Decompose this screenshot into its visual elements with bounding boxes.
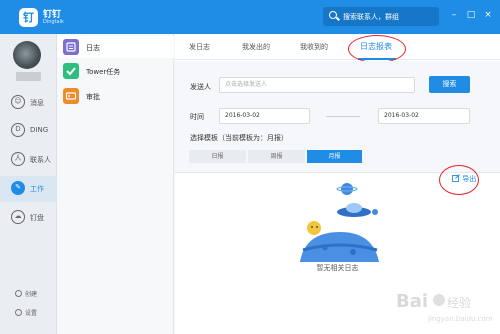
- start-date-field[interactable]: 2016-03-02: [219, 108, 310, 124]
- nav-item-contacts[interactable]: 人 联系人: [0, 147, 57, 173]
- app-label: 审批: [86, 93, 100, 101]
- log-tabs: 发日志 我发出的 我收到的 日志报表: [175, 34, 500, 60]
- left-navigation: ☺ 消息 D DING 人 联系人 ✎ 工作 ☁ 钉盘 创建 设置: [0, 34, 57, 334]
- template-monthly[interactable]: 月报: [307, 150, 362, 163]
- app-item-tower-task[interactable]: Tower任务: [57, 60, 174, 82]
- message-icon: ☺: [11, 95, 25, 109]
- svg-text:经验: 经验: [447, 295, 471, 310]
- nav-item-ding[interactable]: D DING: [0, 118, 57, 144]
- app-label: Tower任务: [86, 68, 121, 76]
- close-button[interactable]: ×: [482, 9, 494, 21]
- nav-label: 钉盘: [30, 214, 44, 222]
- app-item-approval[interactable]: 审批: [57, 85, 174, 107]
- title-bar: 钉 钉钉 Dingtalk 搜索联系人，群组 – □ ×: [0, 0, 500, 34]
- approval-icon: [63, 88, 79, 104]
- report-filter-form: 发送人 点击选择发送人 搜索 时间 2016-03-02 2016-03-02 …: [175, 61, 500, 173]
- nav-label: 消息: [30, 99, 44, 107]
- settings-icon: [15, 309, 22, 316]
- app-label: 日志: [86, 44, 100, 52]
- dingtalk-logo-icon: 钉: [19, 8, 38, 27]
- time-label: 时间: [190, 113, 204, 121]
- svg-text:jingyan.baidu.com: jingyan.baidu.com: [427, 315, 493, 323]
- template-daily[interactable]: 日报: [189, 150, 246, 163]
- template-label: 选择模板（当前模板为：月报）: [190, 134, 288, 142]
- global-search-input[interactable]: 搜索联系人，群组: [323, 7, 439, 26]
- template-weekly[interactable]: 周报: [248, 150, 305, 163]
- search-icon: [329, 11, 337, 19]
- nav-item-work[interactable]: ✎ 工作: [0, 176, 57, 202]
- log-app-icon: [63, 39, 79, 55]
- end-date-field[interactable]: 2016-03-02: [378, 108, 470, 124]
- ding-icon: D: [11, 123, 25, 137]
- create-label: 创建: [25, 291, 38, 298]
- search-placeholder: 搜索联系人，群组: [343, 13, 399, 21]
- nav-label: 工作: [30, 185, 44, 193]
- settings-label: 设置: [25, 310, 38, 317]
- empty-state-text: 暂无相关日志: [316, 264, 359, 272]
- nav-label: 联系人: [30, 156, 51, 164]
- tab-received[interactable]: 我收到的: [300, 42, 328, 52]
- work-app-list: 日志 Tower任务 审批: [57, 34, 174, 334]
- search-button[interactable]: 搜索: [429, 76, 470, 93]
- settings-button[interactable]: 设置: [15, 308, 37, 317]
- nav-label: DING: [30, 126, 49, 134]
- user-name-redacted: [16, 72, 41, 81]
- contacts-icon: 人: [11, 152, 25, 166]
- nav-item-cloud-disk[interactable]: ☁ 钉盘: [0, 205, 57, 231]
- svg-text:Bai: Bai: [396, 291, 428, 312]
- highlight-ring: [439, 165, 479, 195]
- nav-item-messages[interactable]: ☺ 消息: [0, 90, 57, 116]
- create-button[interactable]: 创建: [15, 289, 37, 298]
- date-range-separator: [326, 116, 360, 117]
- app-subtitle: Dingtalk: [43, 19, 64, 25]
- sender-field[interactable]: 点击选择发送人: [219, 77, 415, 93]
- highlight-ring: [348, 35, 406, 63]
- cloud-disk-icon: ☁: [11, 210, 25, 224]
- work-icon: ✎: [11, 181, 25, 195]
- tab-sent-by-me[interactable]: 我发出的: [242, 42, 270, 52]
- maximize-button[interactable]: □: [465, 9, 477, 21]
- tower-task-icon: [63, 63, 79, 79]
- tab-write-log[interactable]: 发日志: [189, 42, 210, 52]
- empty-state-illustration-icon: [300, 183, 379, 262]
- app-item-log[interactable]: 日志: [57, 36, 174, 58]
- minimize-button[interactable]: –: [448, 9, 460, 21]
- dingtalk-window: 钉 钉钉 Dingtalk 搜索联系人，群组 – □ × ☺ 消息 D DING…: [0, 0, 500, 334]
- sender-label: 发送人: [190, 83, 211, 91]
- baidu-jingyan-watermark: Bai 经验 jingyan.baidu.com: [396, 291, 493, 323]
- avatar[interactable]: [13, 41, 41, 69]
- create-icon: [15, 290, 22, 297]
